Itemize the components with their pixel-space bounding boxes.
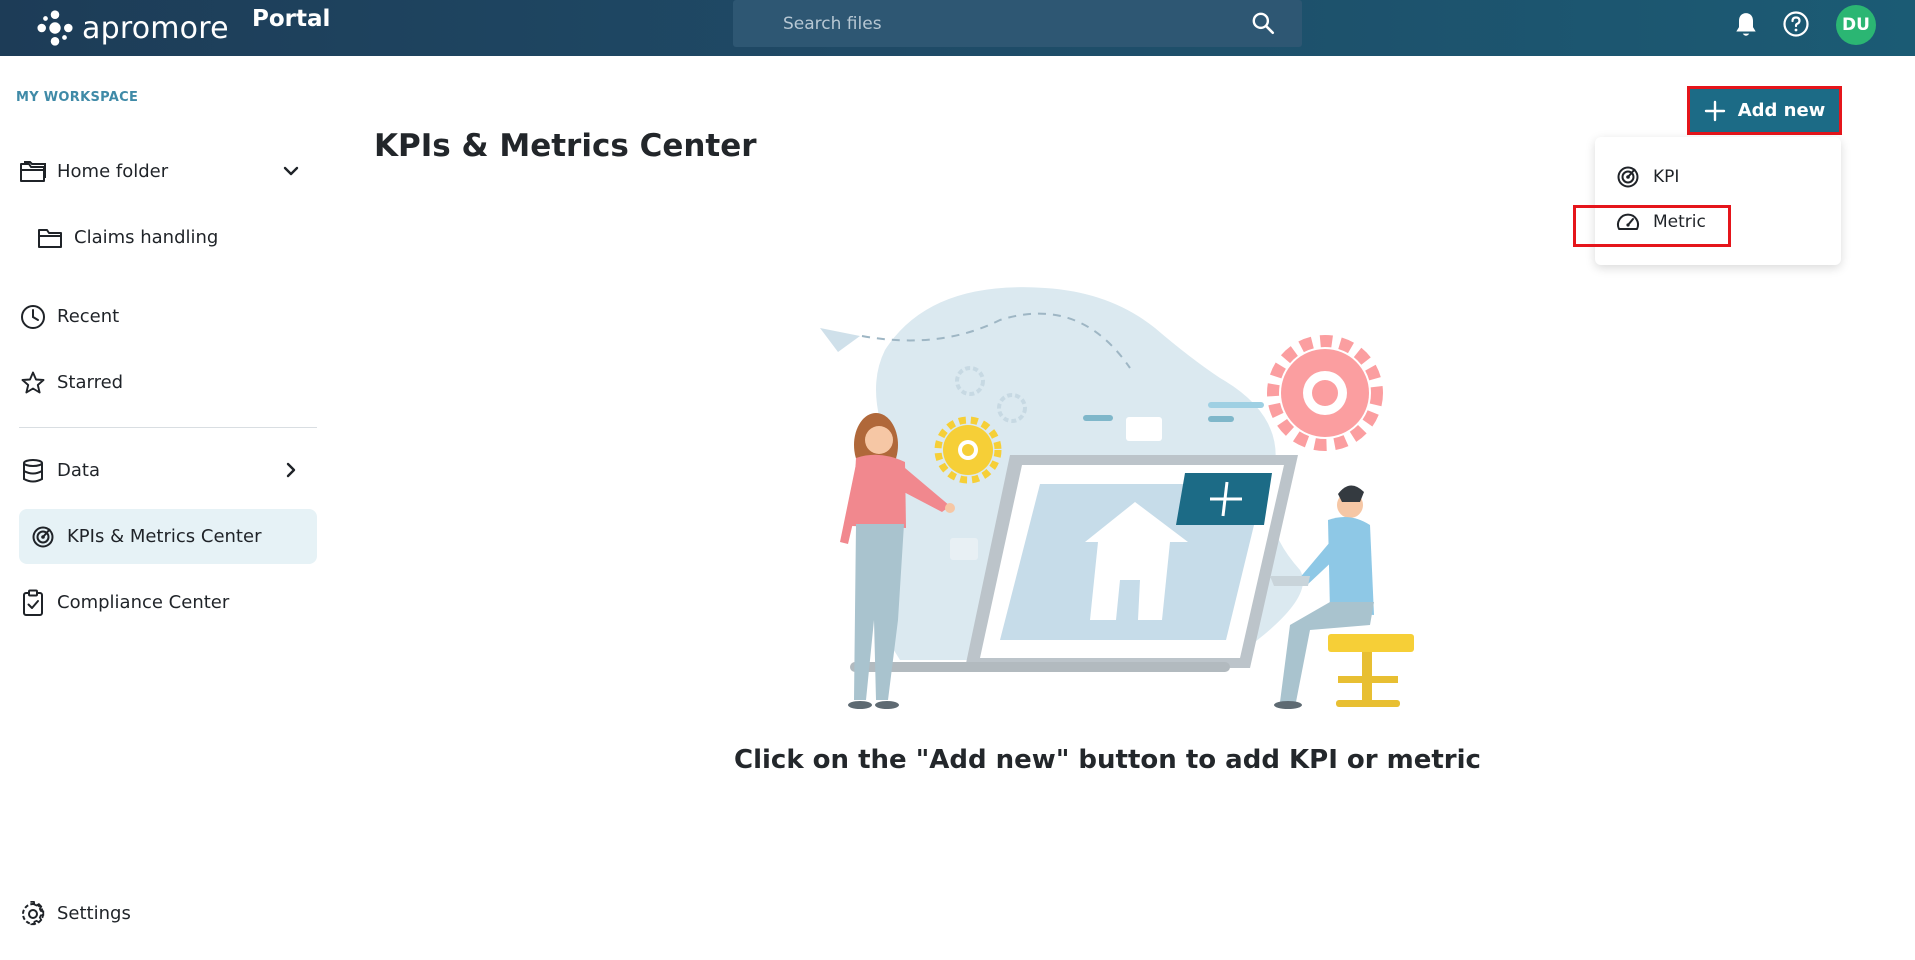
sidebar-item-settings[interactable]: Settings xyxy=(19,886,317,941)
sidebar-item-starred[interactable]: Starred xyxy=(19,355,317,410)
help-icon[interactable] xyxy=(1782,10,1810,38)
menu-item-label: KPI xyxy=(1653,167,1680,187)
sidebar-item-label: KPIs & Metrics Center xyxy=(67,526,262,547)
sidebar-item-recent[interactable]: Recent xyxy=(19,289,317,344)
top-bar: apromore Portal DU xyxy=(0,0,1915,56)
folder-open-icon xyxy=(19,158,47,186)
search-bar[interactable] xyxy=(733,0,1302,47)
plus-icon xyxy=(1704,100,1725,121)
target-icon xyxy=(29,523,57,551)
search-icon[interactable] xyxy=(1250,10,1276,36)
chevron-right-icon[interactable] xyxy=(279,458,303,482)
sidebar-item-claims-handling[interactable]: Claims handling xyxy=(36,210,317,265)
sidebar-divider xyxy=(19,427,317,428)
sidebar-item-label: Data xyxy=(57,460,100,481)
workspace-label: MY WORKSPACE xyxy=(16,90,139,105)
sidebar-item-kpis-metrics-center[interactable]: KPIs & Metrics Center xyxy=(19,509,317,564)
empty-state-message: Click on the "Add new" button to add KPI… xyxy=(734,745,1481,775)
gauge-icon xyxy=(1615,209,1641,235)
database-icon xyxy=(19,457,47,485)
sidebar-item-label: Claims handling xyxy=(74,227,219,248)
clock-icon xyxy=(19,303,47,331)
target-icon xyxy=(1615,164,1641,190)
search-input[interactable] xyxy=(733,0,1233,47)
sidebar-item-label: Compliance Center xyxy=(57,592,230,613)
chevron-down-icon[interactable] xyxy=(279,159,303,183)
star-icon xyxy=(19,369,47,397)
gear-icon xyxy=(19,900,47,928)
menu-item-metric[interactable]: Metric xyxy=(1615,202,1706,242)
empty-state-illustration xyxy=(820,287,1414,709)
sidebar-item-compliance-center[interactable]: Compliance Center xyxy=(19,575,317,630)
section-title: Portal xyxy=(252,6,331,32)
add-new-menu: KPI Metric xyxy=(1595,137,1841,265)
bell-icon[interactable] xyxy=(1733,11,1759,39)
avatar[interactable]: DU xyxy=(1836,5,1876,45)
brand-name: apromore xyxy=(82,10,229,46)
add-new-label: Add new xyxy=(1737,100,1826,121)
sidebar-item-label: Recent xyxy=(57,306,120,327)
sidebar-item-label: Starred xyxy=(57,372,124,393)
add-new-button[interactable]: Add new xyxy=(1687,86,1842,135)
folder-icon xyxy=(36,224,64,252)
page-title: KPIs & Metrics Center xyxy=(374,128,757,164)
sidebar-item-label: Home folder xyxy=(57,161,169,182)
menu-item-kpi[interactable]: KPI xyxy=(1615,157,1679,197)
clipboard-check-icon xyxy=(19,589,47,617)
menu-item-label: Metric xyxy=(1653,212,1706,232)
apromore-logo-icon xyxy=(37,10,73,46)
sidebar-item-home-folder[interactable]: Home folder xyxy=(19,144,317,199)
brand[interactable]: apromore xyxy=(36,6,229,50)
sidebar-item-data[interactable]: Data xyxy=(19,443,317,498)
sidebar-item-label: Settings xyxy=(57,903,131,924)
